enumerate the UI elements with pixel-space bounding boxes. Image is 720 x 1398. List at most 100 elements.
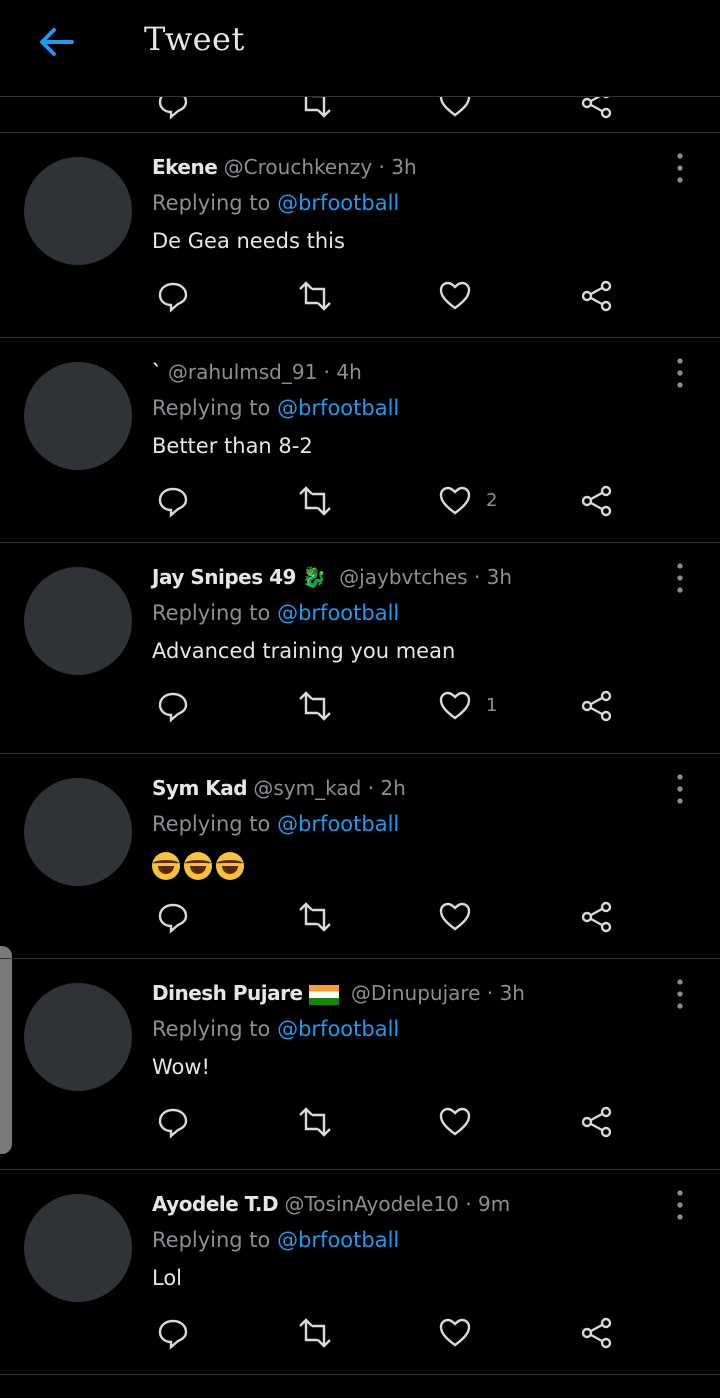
separator-dot: · xyxy=(480,981,500,1005)
tweet-meta: ` @rahulmsd_91 · 4h xyxy=(152,360,362,384)
reply-icon[interactable] xyxy=(156,689,190,727)
share-icon[interactable] xyxy=(580,484,614,522)
more-vertical-icon[interactable] xyxy=(668,772,692,806)
share-icon[interactable] xyxy=(580,1105,614,1143)
tweet-meta: Dinesh Pujare @Dinupujare · 3h xyxy=(152,981,525,1005)
reply-tweet[interactable]: ` @rahulmsd_91 · 4h Replying to @brfootba… xyxy=(0,338,720,543)
replying-to: Replying to @brfootball xyxy=(152,812,400,836)
avatar[interactable] xyxy=(24,567,132,675)
tweet-text: Lol xyxy=(152,1266,183,1290)
more-vertical-icon[interactable] xyxy=(668,977,692,1011)
avatar[interactable] xyxy=(24,778,132,886)
tweet-text: De Gea needs this xyxy=(152,229,345,253)
more-vertical-icon[interactable] xyxy=(668,151,692,185)
timestamp: 3h xyxy=(486,565,513,589)
timestamp: 3h xyxy=(391,155,417,179)
heart-icon[interactable] xyxy=(438,279,472,317)
laughing-emoji-icon xyxy=(152,852,180,880)
laughing-emoji-icon xyxy=(184,852,212,880)
replying-to: Replying to @brfootball xyxy=(152,191,400,215)
more-vertical-icon[interactable] xyxy=(668,1188,692,1222)
timestamp: 3h xyxy=(499,981,525,1005)
like-count: 1 xyxy=(486,695,498,716)
reply-tweet[interactable]: Dinesh Pujare @Dinupujare · 3h Replying t… xyxy=(0,959,720,1170)
display-name[interactable]: ` xyxy=(152,360,162,384)
avatar[interactable] xyxy=(24,983,132,1091)
retweet-icon[interactable] xyxy=(296,1105,334,1143)
display-name[interactable]: Ekene xyxy=(152,155,218,179)
retweet-icon[interactable] xyxy=(296,900,334,938)
more-vertical-icon[interactable] xyxy=(668,356,692,390)
tweet-meta: Jay Snipes 49 🐉 @jaybvtches · 3h xyxy=(152,565,512,589)
timestamp: 4h xyxy=(336,360,362,384)
timestamp: 2h xyxy=(380,776,406,800)
tweet-meta: Ayodele T.D @TosinAyodele10 · 9m xyxy=(152,1192,510,1216)
share-icon[interactable] xyxy=(580,1316,614,1354)
reply-icon[interactable] xyxy=(156,900,190,938)
header-bar: Tweet xyxy=(0,0,720,97)
more-vertical-icon[interactable] xyxy=(668,561,692,595)
tweet-text: Wow! xyxy=(152,1055,210,1079)
separator-dot: · xyxy=(372,155,392,179)
reply-icon[interactable] xyxy=(156,484,190,522)
separator-dot: · xyxy=(361,776,381,800)
tweet-text: 😂😂😂 xyxy=(152,852,248,880)
user-handle[interactable]: @rahulmsd_91 xyxy=(168,360,317,384)
reply-icon[interactable] xyxy=(156,1316,190,1354)
separator-dot: · xyxy=(458,1192,478,1216)
tweet-text: Better than 8-2 xyxy=(152,434,313,458)
reply-tweet[interactable]: Ayodele T.D @TosinAyodele10 · 9m Replying… xyxy=(0,1170,720,1375)
heart-icon[interactable] xyxy=(438,689,472,727)
replying-to: Replying to @brfootball xyxy=(152,601,400,625)
india-flag-icon xyxy=(308,984,339,1005)
display-name[interactable]: Jay Snipes 49 xyxy=(152,565,296,589)
replying-to: Replying to @brfootball xyxy=(152,1228,400,1252)
reply-icon[interactable] xyxy=(156,1105,190,1143)
avatar[interactable] xyxy=(24,1194,132,1302)
tweet-text: Advanced training you mean xyxy=(152,639,456,663)
share-icon[interactable] xyxy=(580,900,614,938)
retweet-icon[interactable] xyxy=(296,279,334,317)
mention-link[interactable]: @brfootball xyxy=(277,1228,399,1252)
tweet-meta: Sym Kad @sym_kad · 2h xyxy=(152,776,406,800)
avatar[interactable] xyxy=(24,362,132,470)
separator-dot: · xyxy=(317,360,337,384)
heart-icon[interactable] xyxy=(438,900,472,938)
share-icon[interactable] xyxy=(580,689,614,727)
mention-link[interactable]: @brfootball xyxy=(277,812,399,836)
display-name[interactable]: Ayodele T.D xyxy=(152,1192,279,1216)
heart-icon[interactable] xyxy=(438,1316,472,1354)
retweet-icon[interactable] xyxy=(296,689,334,727)
dragon-emoji-icon: 🐉 xyxy=(301,565,327,589)
share-icon[interactable] xyxy=(580,279,614,317)
back-arrow-icon[interactable] xyxy=(34,22,78,62)
mention-link[interactable]: @brfootball xyxy=(277,1017,399,1041)
avatar[interactable] xyxy=(24,157,132,265)
user-handle[interactable]: @sym_kad xyxy=(253,776,361,800)
retweet-icon[interactable] xyxy=(296,484,334,522)
retweet-icon[interactable] xyxy=(296,1316,334,1354)
reply-tweet[interactable]: Ekene @Crouchkenzy · 3h Replying to @brfo… xyxy=(0,133,720,338)
display-name[interactable]: Dinesh Pujare xyxy=(152,981,303,1005)
timestamp: 9m xyxy=(477,1192,511,1216)
display-name[interactable]: Sym Kad xyxy=(152,776,248,800)
user-handle[interactable]: @Crouchkenzy xyxy=(224,155,373,179)
reply-icon[interactable] xyxy=(156,279,190,317)
separator-dot: · xyxy=(467,565,487,589)
mention-link[interactable]: @brfootball xyxy=(277,191,399,215)
mention-link[interactable]: @brfootball xyxy=(277,396,399,420)
user-handle[interactable]: @jaybvtches xyxy=(339,565,467,589)
replying-to: Replying to @brfootball xyxy=(152,1017,400,1041)
user-handle[interactable]: @TosinAyodele10 xyxy=(284,1192,458,1216)
mention-link[interactable]: @brfootball xyxy=(277,601,399,625)
replying-to: Replying to @brfootball xyxy=(152,396,400,420)
user-handle[interactable]: @Dinupujare xyxy=(351,981,481,1005)
reply-tweet[interactable]: Jay Snipes 49 🐉 @jaybvtches · 3h Replying … xyxy=(0,543,720,754)
heart-icon[interactable] xyxy=(438,484,472,522)
page-title: Tweet xyxy=(144,20,245,58)
reply-tweet[interactable]: Sym Kad @sym_kad · 2h Replying to @brfoot… xyxy=(0,754,720,959)
laughing-emoji-icon xyxy=(216,852,244,880)
like-count: 2 xyxy=(486,490,498,511)
tweet-meta: Ekene @Crouchkenzy · 3h xyxy=(152,155,417,179)
heart-icon[interactable] xyxy=(438,1105,472,1143)
